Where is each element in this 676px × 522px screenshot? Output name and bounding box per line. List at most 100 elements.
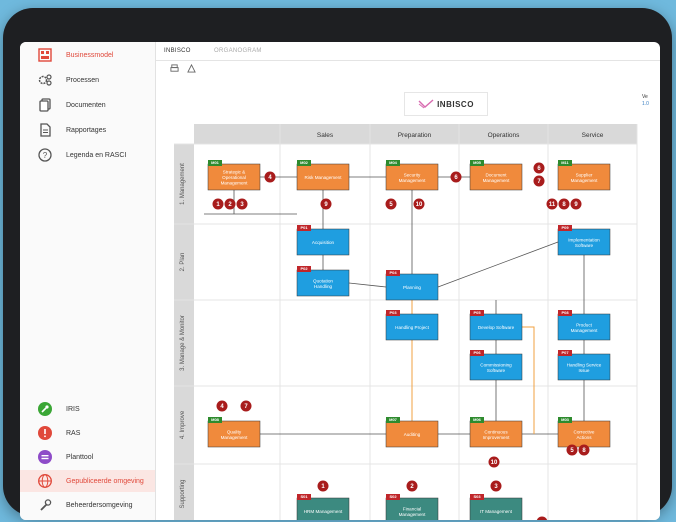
sidebar-item-beheerdersomgeving[interactable]: Beheerdersomgeving (20, 494, 155, 516)
process-label: Implementation (568, 237, 600, 242)
process-id: S01 (300, 494, 308, 499)
sidebar-item-ras[interactable]: RAS (20, 422, 155, 444)
process-id: M08 (211, 417, 220, 422)
process-diagram: Sales Preparation Operations Service 1. Mana… (174, 124, 660, 520)
process-box-m06[interactable]: M06 ContinuousImprovement (469, 417, 523, 448)
reference-badge[interactable]: 11 (546, 198, 558, 210)
process-box-p04[interactable]: P04 Planning (385, 270, 439, 301)
sidebar: Businessmodel Processen Documenten Rappo… (20, 42, 156, 520)
reference-badge[interactable]: 7 (533, 175, 545, 187)
column-header: Sales (317, 132, 334, 139)
process-box-p03[interactable]: P03 Handling Project (385, 310, 439, 341)
sidebar-item-iris[interactable]: IRIS (20, 398, 155, 420)
reference-badge[interactable]: 1 (212, 198, 224, 210)
reference-badge[interactable]: 2 (224, 198, 236, 210)
reference-badge[interactable]: 2 (406, 480, 418, 492)
process-box-p05[interactable]: P05 Develop Software (469, 310, 523, 341)
wrench-icon (38, 498, 52, 512)
reference-badge[interactable]: 5 (385, 198, 397, 210)
version-label: Ve (642, 94, 648, 100)
reference-badge[interactable]: 1 (317, 480, 329, 492)
column-header: Operations (488, 132, 521, 139)
process-box-p08[interactable]: P08 ProductManagement (557, 310, 611, 341)
process-id: P03 (389, 310, 397, 315)
tab-organogram[interactable]: ORGANOGRAM (214, 48, 262, 54)
process-label: Handling Service (567, 362, 602, 367)
sidebar-item-label: RAS (66, 429, 81, 437)
reference-badge[interactable]: 7 (240, 400, 252, 412)
process-label: Quality (227, 429, 242, 434)
process-label: Acquisition (312, 240, 335, 245)
process-id: P08 (561, 310, 569, 315)
process-label: Management (571, 178, 599, 183)
reference-badge[interactable]: 10 (488, 456, 500, 468)
sidebar-item-gepubliceerde-omgeving[interactable]: Gepubliceerde omgeving (20, 470, 155, 492)
row-header: 3. Manage & Monitor (180, 315, 186, 371)
reference-badge[interactable]: 3 (490, 480, 502, 492)
svg-text:10: 10 (416, 202, 423, 208)
process-box-p07[interactable]: P07 Handling ServiceIssue (557, 350, 611, 381)
wrench-circle-icon (38, 402, 52, 416)
row-header: Supporting (180, 479, 186, 508)
process-box-m03[interactable]: M03 CorrectiveActions (557, 417, 611, 448)
process-box-m01[interactable]: M01Strategic &OperationalManagement (207, 160, 261, 191)
process-label: Management (399, 512, 427, 517)
globe-icon (38, 474, 52, 488)
process-label: IT Management (480, 509, 513, 514)
process-box-p02[interactable]: P02 QuotationHandling (296, 266, 350, 297)
process-label: Management (571, 328, 599, 333)
process-label: Actions (576, 435, 592, 440)
process-box-s02[interactable]: S02 FinancialManagement (385, 494, 439, 520)
reference-badge[interactable]: 6 (533, 162, 545, 174)
process-id: S03 (473, 494, 481, 499)
zoom-icon[interactable] (187, 63, 197, 75)
process-box-m08[interactable]: M08 QualityManagement (207, 417, 261, 448)
sidebar-item-legenda[interactable]: ? Legenda en RASCI (20, 144, 155, 166)
sidebar-item-processen[interactable]: Processen (20, 69, 155, 91)
process-id: M11 (561, 160, 569, 165)
process-label: Continuous (484, 429, 508, 434)
sidebar-item-label: Processen (66, 76, 100, 84)
equals-circle-icon (38, 450, 52, 464)
process-id: P02 (300, 266, 308, 271)
sidebar-item-label: Documenten (66, 101, 106, 109)
sidebar-item-label: Beheerdersomgeving (66, 501, 133, 509)
process-box-s03[interactable]: S03 IT Management (469, 494, 523, 520)
reference-badge[interactable]: 5 (566, 444, 578, 456)
process-box-s01[interactable]: S01 HRM Management (296, 494, 350, 520)
reference-badge[interactable]: 8 (578, 444, 590, 456)
process-label: Management (221, 181, 249, 186)
reference-badge[interactable]: 8 (558, 198, 570, 210)
process-label: Risk Management (304, 175, 342, 180)
sidebar-item-businessmodel[interactable]: Businessmodel (20, 44, 155, 66)
process-box-m04[interactable]: M04 SecurityManagement (385, 160, 439, 191)
process-id: S02 (389, 494, 397, 499)
process-label: Security (404, 172, 421, 177)
process-box-m02[interactable]: M02 Risk Management (296, 160, 350, 191)
help-icon: ? (38, 148, 52, 162)
process-box-p01[interactable]: P01 Acquisition (296, 225, 350, 256)
reference-badge[interactable]: 4 (264, 171, 276, 183)
process-box-m05[interactable]: M05 DocumentManagement (469, 160, 523, 191)
reference-badge[interactable]: 9 (320, 198, 332, 210)
reference-badge[interactable]: 9 (570, 198, 582, 210)
process-box-m07[interactable]: M07 Auditing (385, 417, 439, 448)
sidebar-item-planttool[interactable]: Planttool (20, 446, 155, 468)
reference-badge[interactable]: 6 (450, 171, 462, 183)
reference-badge[interactable]: 3 (236, 198, 248, 210)
svg-text:11: 11 (549, 202, 556, 208)
process-label: Software (487, 368, 506, 373)
tab-inbisco[interactable]: INBISCO (164, 48, 191, 54)
process-box-p06[interactable]: P06 CommissioningSoftware (469, 350, 523, 381)
sidebar-item-rapportages[interactable]: Rapportages (20, 119, 155, 141)
reference-badge[interactable]: 4 (216, 400, 228, 412)
process-box-m11[interactable]: M11 SupplierManagement (557, 160, 611, 191)
sidebar-item-documenten[interactable]: Documenten (20, 94, 155, 116)
diagram-canvas: Sales Preparation Operations Service 1. Mana… (174, 124, 660, 520)
print-icon[interactable] (170, 64, 181, 75)
reference-badge[interactable]: 10 (413, 198, 425, 210)
process-id: M01 (211, 160, 220, 165)
process-box-p09[interactable]: P09 ImplementationSoftware (557, 225, 611, 256)
process-id: M02 (300, 160, 309, 165)
gears-icon (38, 73, 52, 87)
